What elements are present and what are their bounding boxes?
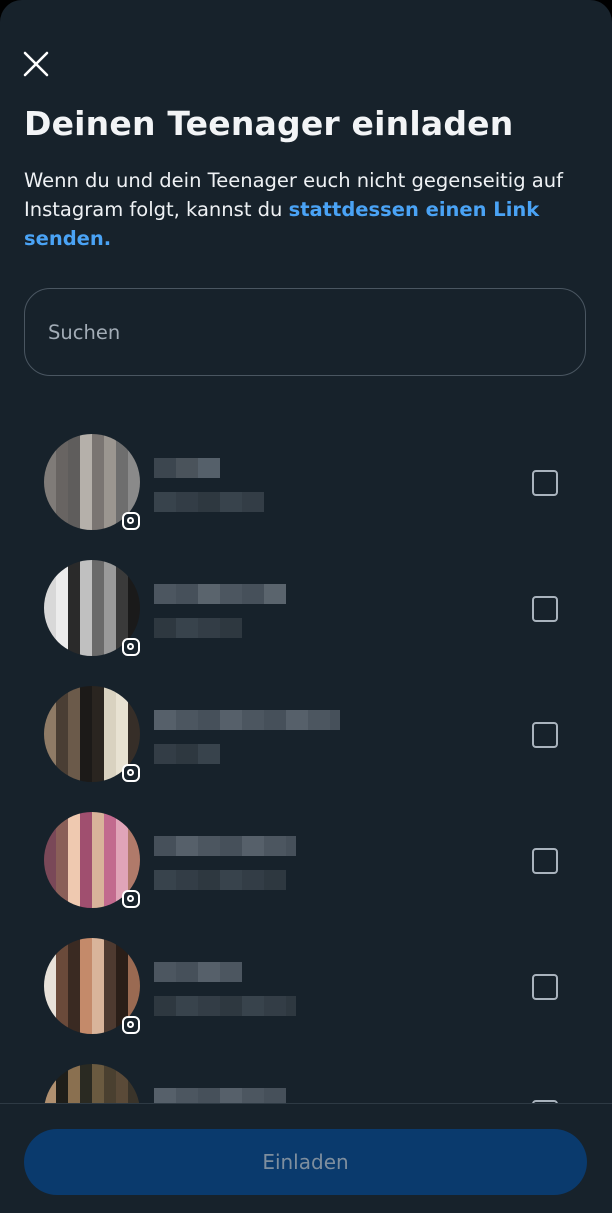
close-icon [23,51,49,77]
contact-row[interactable] [0,922,612,1048]
contact-checkbox[interactable] [532,470,558,496]
instagram-icon [122,1016,140,1034]
instagram-icon [122,764,140,782]
page-title: Deinen Teenager einladen [24,104,514,143]
contact-checkbox[interactable] [532,974,558,1000]
contact-row[interactable] [0,796,612,922]
instagram-icon [122,890,140,908]
avatar [44,812,140,908]
contact-name-blurred [154,458,220,478]
contact-username-blurred [154,492,264,512]
contact-name-blurred [154,1088,286,1104]
contact-checkbox[interactable] [532,596,558,622]
contact-list [0,418,612,1104]
avatar [44,560,140,656]
invite-sheet: Deinen Teenager einladen Wenn du und dei… [0,0,612,1213]
contact-username-blurred [154,744,220,764]
contact-username-blurred [154,618,242,638]
footer-bar: Einladen [0,1103,612,1213]
contact-row[interactable] [0,418,612,544]
contact-name-blurred [154,710,340,730]
contact-name-blurred [154,962,242,982]
contact-row[interactable] [0,1048,612,1104]
contact-username-blurred [154,870,286,890]
contact-row[interactable] [0,670,612,796]
invite-button[interactable]: Einladen [24,1129,587,1195]
description: Wenn du und dein Teenager euch nicht geg… [24,166,584,253]
search-box [24,288,586,376]
avatar [44,1064,140,1104]
close-button[interactable] [20,48,52,80]
contact-row[interactable] [0,544,612,670]
avatar [44,434,140,530]
avatar [44,938,140,1034]
instagram-icon [122,512,140,530]
contact-username-blurred [154,996,296,1016]
instagram-icon [122,638,140,656]
avatar-image [44,1064,140,1104]
contact-checkbox[interactable] [532,722,558,748]
contact-checkbox[interactable] [532,848,558,874]
avatar [44,686,140,782]
contact-name-blurred [154,836,296,856]
contact-name-blurred [154,584,286,604]
search-input[interactable] [25,289,585,375]
